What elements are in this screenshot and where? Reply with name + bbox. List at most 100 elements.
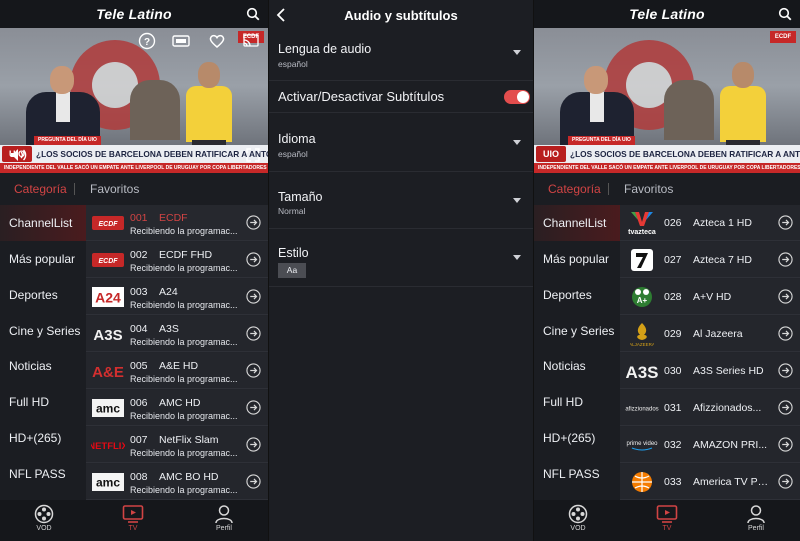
svg-text:prime video: prime video xyxy=(626,441,658,447)
channel-name: A3S Series HD xyxy=(693,365,764,377)
search-icon[interactable] xyxy=(778,7,792,21)
category-item[interactable]: Noticias xyxy=(0,348,86,384)
channel-row[interactable]: amc 008 AMC BO HD Recibiendo la programa… xyxy=(86,464,268,500)
arrow-right-circle-icon[interactable] xyxy=(246,215,261,230)
channel-row[interactable]: ALJAZEERA 029 Al Jazeera xyxy=(620,316,800,352)
arrow-right-circle-icon[interactable] xyxy=(246,252,261,267)
tab-category[interactable]: Categoría xyxy=(14,182,67,196)
language-value: español xyxy=(278,149,308,159)
a3s-logo-icon: A3S xyxy=(625,358,659,384)
channel-row[interactable]: amc 006 AMC HD Recibiendo la programac..… xyxy=(86,390,268,426)
tv-icon xyxy=(122,505,144,523)
category-item[interactable]: Deportes xyxy=(534,277,620,313)
channel-row[interactable]: A3S 030 A3S Series HD xyxy=(620,353,800,389)
arrow-right-circle-icon[interactable] xyxy=(246,363,261,378)
category-item[interactable]: HD+(265) xyxy=(0,420,86,456)
news-ticker: INDEPENDIENTE DEL VALLE SACÓ UN EMPATE A… xyxy=(538,165,800,171)
channel-name: Azteca 7 HD xyxy=(693,254,752,266)
channel-row[interactable]: A+ 028 A+V HD xyxy=(620,279,800,315)
audio-language-dropdown[interactable]: Lengua de audio español xyxy=(269,30,533,81)
channel-list: tvazteca 026 Azteca 1 HD 027 Azteca 7 HD… xyxy=(620,205,800,500)
svg-text:A24: A24 xyxy=(95,290,121,306)
nav-profile[interactable]: Perfil xyxy=(736,504,776,532)
language-dropdown[interactable]: Idioma español xyxy=(269,113,533,171)
subtitles-toggle-switch[interactable] xyxy=(504,90,530,104)
fullscreen-icon[interactable] xyxy=(246,148,260,162)
arrow-right-circle-icon[interactable] xyxy=(246,326,261,341)
channel-row[interactable]: prime video 032 AMAZON PRI... xyxy=(620,427,800,463)
category-item[interactable]: ChannelList xyxy=(534,205,620,241)
channel-row[interactable]: NETFLIX 007 NetFlix Slam Recibiendo la p… xyxy=(86,427,268,463)
back-arrow-icon[interactable] xyxy=(275,8,287,22)
arrow-right-circle-icon[interactable] xyxy=(246,289,261,304)
arrow-right-circle-icon[interactable] xyxy=(246,437,261,452)
channel-number: 027 xyxy=(664,254,682,266)
channel-status: Recibiendo la programac... xyxy=(130,226,238,236)
category-item[interactable]: HD+(265) xyxy=(534,420,620,456)
question-banner: ¿LOS SOCIOS DE BARCELONA DEBEN RATIFICAR… xyxy=(570,149,800,159)
arrow-right-circle-icon[interactable] xyxy=(778,437,793,452)
channel-row[interactable]: 033 America TV Pe... xyxy=(620,464,800,500)
category-item[interactable]: Más popular xyxy=(534,241,620,277)
left-screen: Tele Latino ECDF ? PREGUNTA DEL DÍA UIO … xyxy=(0,0,268,541)
size-dropdown[interactable]: Tamaño Normal xyxy=(269,171,533,229)
favorite-heart-icon[interactable] xyxy=(208,32,226,50)
chevron-down-icon xyxy=(513,140,521,145)
cast-icon[interactable] xyxy=(242,32,260,50)
nav-tv[interactable]: TV xyxy=(113,504,153,532)
arrow-right-circle-icon[interactable] xyxy=(778,252,793,267)
audio-language-value: español xyxy=(278,59,308,69)
channel-row[interactable]: ECDF 002 ECDF FHD Recibiendo la programa… xyxy=(86,242,268,278)
video-player[interactable]: ECDF PREGUNTA DEL DÍA UIO UIO ¿LOS SOCIO… xyxy=(534,28,800,173)
nav-profile[interactable]: Perfil xyxy=(204,504,244,532)
nav-vod[interactable]: VOD xyxy=(558,504,598,532)
tab-favorites[interactable]: Favoritos xyxy=(90,182,139,196)
channel-status: Recibiendo la programac... xyxy=(130,300,238,310)
nav-vod-label: VOD xyxy=(570,525,586,532)
channel-row[interactable]: A3S 004 A3S Recibiendo la programac... xyxy=(86,316,268,352)
category-item[interactable]: Cine y Series xyxy=(534,313,620,349)
category-item[interactable]: Deportes xyxy=(0,277,86,313)
category-item[interactable]: Full HD xyxy=(534,384,620,420)
tab-favorites[interactable]: Favoritos xyxy=(624,182,673,196)
channel-row[interactable]: afizzionados 031 Afizzionados... xyxy=(620,390,800,426)
search-icon[interactable] xyxy=(246,7,260,21)
quality-icon[interactable] xyxy=(172,32,190,50)
category-item[interactable]: Noticias xyxy=(534,348,620,384)
help-icon[interactable]: ? xyxy=(138,32,156,50)
arrow-right-circle-icon[interactable] xyxy=(246,400,261,415)
nav-vod[interactable]: VOD xyxy=(24,504,64,532)
question-banner: ¿LOS SOCIOS DE BARCELONA DEBEN RATIFICAR… xyxy=(36,149,268,159)
nav-profile-label: Perfil xyxy=(748,525,764,532)
style-dropdown[interactable]: Estilo xyxy=(269,229,533,287)
svg-text:ALJAZEERA: ALJAZEERA xyxy=(630,342,654,347)
tab-category[interactable]: Categoría xyxy=(548,182,601,196)
arrow-right-circle-icon[interactable] xyxy=(778,363,793,378)
arrow-right-circle-icon[interactable] xyxy=(778,474,793,489)
category-item[interactable]: NFL PASS xyxy=(0,456,86,492)
channel-row[interactable]: A&E 005 A&E HD Recibiendo la programac..… xyxy=(86,353,268,389)
video-player[interactable]: ECDF ? PREGUNTA DEL DÍA UIO UIO ¿LOS SOC… xyxy=(0,28,268,173)
category-item[interactable]: ChannelList xyxy=(0,205,86,241)
arrow-right-circle-icon[interactable] xyxy=(778,326,793,341)
channel-row[interactable]: ECDF 001 ECDF Recibiendo la programac... xyxy=(86,205,268,241)
volume-icon[interactable] xyxy=(10,148,28,162)
nav-tv[interactable]: TV xyxy=(647,504,687,532)
settings-header: Audio y subtítulos xyxy=(269,0,533,30)
arrow-right-circle-icon[interactable] xyxy=(778,400,793,415)
channel-row[interactable]: 027 Azteca 7 HD xyxy=(620,242,800,278)
channel-row[interactable]: A24 003 A24 Recibiendo la programac... xyxy=(86,279,268,315)
a24-logo-icon: A24 xyxy=(91,284,125,310)
arrow-right-circle-icon[interactable] xyxy=(246,474,261,489)
category-item[interactable]: NFL PASS xyxy=(534,456,620,492)
amc-logo-icon: amc xyxy=(91,469,125,495)
arrow-right-circle-icon[interactable] xyxy=(778,289,793,304)
channel-row[interactable]: tvazteca 026 Azteca 1 HD xyxy=(620,205,800,241)
category-item[interactable]: Más popular xyxy=(0,241,86,277)
a3s-logo-icon: A3S xyxy=(91,321,125,347)
category-item[interactable]: Cine y Series xyxy=(0,313,86,349)
arrow-right-circle-icon[interactable] xyxy=(778,215,793,230)
category-item[interactable]: Full HD xyxy=(0,384,86,420)
channel-number: 006 xyxy=(130,397,148,409)
subtitles-toggle-row[interactable]: Activar/Desactivar Subtítulos xyxy=(269,81,533,113)
